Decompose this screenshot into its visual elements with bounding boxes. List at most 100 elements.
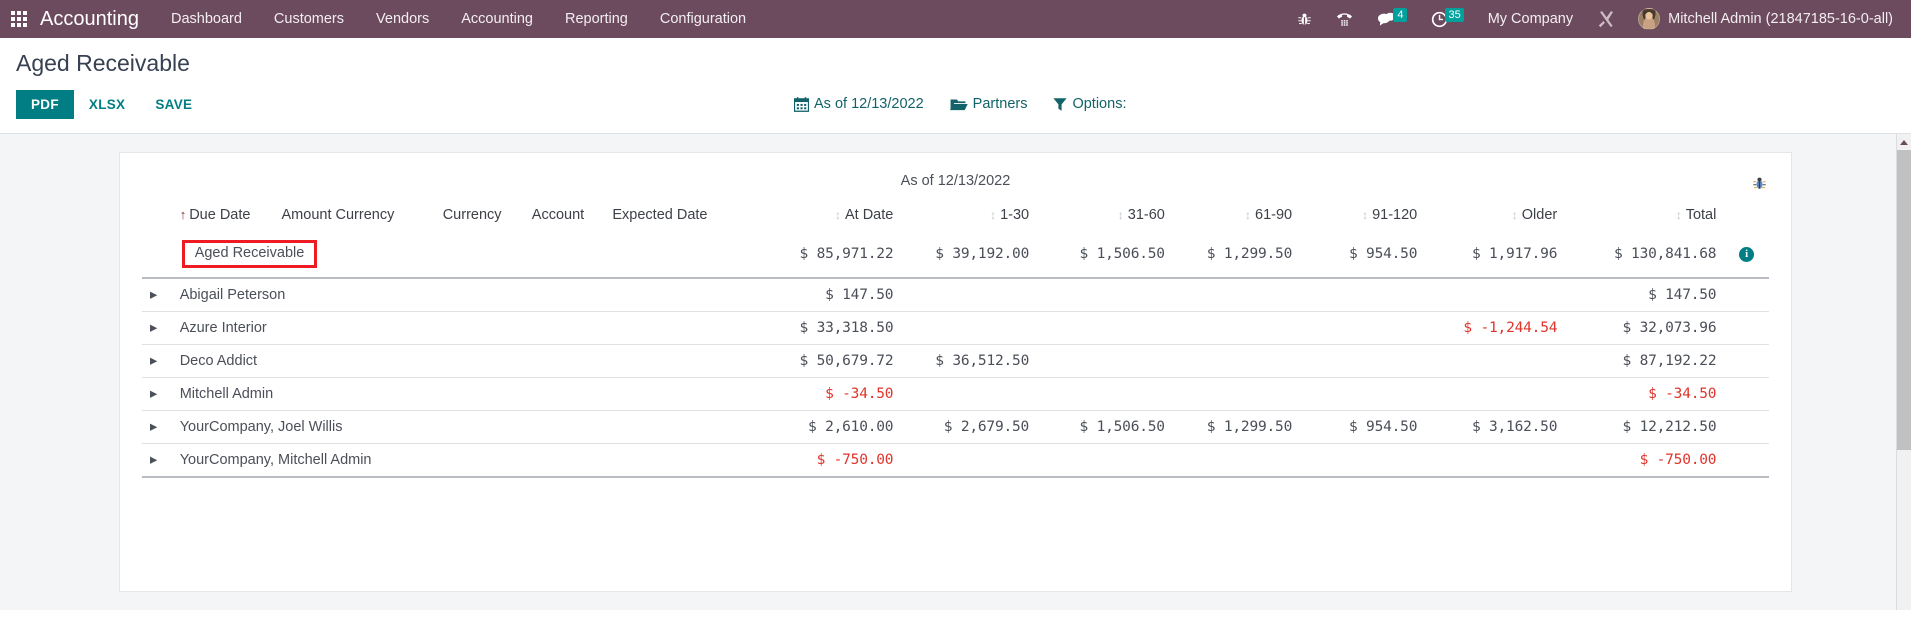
row-at-date: $ 2,610.00 bbox=[753, 411, 901, 444]
header-account[interactable]: Account bbox=[524, 201, 605, 232]
row-partner-name: Deco Addict bbox=[172, 345, 753, 378]
row-31-60 bbox=[1037, 444, 1173, 478]
row-info-cell bbox=[1724, 411, 1769, 444]
sort-both-icon: ↕ bbox=[990, 208, 996, 222]
bug-icon[interactable] bbox=[1285, 0, 1324, 38]
header-total[interactable]: ↕Total bbox=[1565, 201, 1724, 232]
header-at-date[interactable]: ↕At Date bbox=[753, 201, 901, 232]
header-amount-currency[interactable]: Amount Currency bbox=[274, 201, 435, 232]
row-partner-name: Azure Interior bbox=[172, 312, 753, 345]
aged-receivable-highlight-label[interactable]: Aged Receivable bbox=[182, 240, 318, 268]
menu-item-dashboard[interactable]: Dashboard bbox=[155, 0, 258, 38]
scrollbar-up-arrow-icon[interactable] bbox=[1897, 134, 1911, 150]
header-due-date[interactable]: ↑Due Date bbox=[172, 201, 274, 232]
header-expected-date-label: Expected Date bbox=[612, 207, 707, 223]
total-total: $ 130,841.68 bbox=[1565, 232, 1724, 278]
report-bug-icon[interactable] bbox=[1752, 175, 1767, 196]
row-31-60 bbox=[1037, 345, 1173, 378]
row-partner-name: Mitchell Admin bbox=[172, 378, 753, 411]
save-button[interactable]: SAVE bbox=[140, 90, 207, 119]
user-menu[interactable]: Mitchell Admin (21847185-16-0-all) bbox=[1628, 8, 1901, 30]
row-1-30 bbox=[901, 378, 1037, 411]
tools-glyph bbox=[1597, 10, 1616, 28]
expand-caret-icon[interactable]: ▸ bbox=[142, 345, 172, 378]
menu-item-vendors[interactable]: Vendors bbox=[360, 0, 445, 38]
header-expected-date[interactable]: Expected Date bbox=[604, 201, 752, 232]
filter-options[interactable]: Options: bbox=[1053, 96, 1126, 112]
control-panel-row: PDF XLSX SAVE As of 12/13/2022 bbox=[16, 87, 1895, 121]
row-older bbox=[1425, 378, 1565, 411]
expand-caret-icon[interactable]: ▸ bbox=[142, 278, 172, 312]
row-total: $ -34.50 bbox=[1565, 378, 1724, 411]
page-scrollbar[interactable] bbox=[1896, 134, 1911, 610]
expand-caret-icon[interactable]: ▸ bbox=[142, 378, 172, 411]
total-91-120: $ 954.50 bbox=[1300, 232, 1425, 278]
menu-item-accounting[interactable]: Accounting bbox=[445, 0, 549, 38]
row-31-60: $ 1,506.50 bbox=[1037, 411, 1173, 444]
phone-dialpad-icon[interactable] bbox=[1324, 0, 1365, 38]
bug-glyph bbox=[1297, 11, 1312, 27]
header-1-30[interactable]: ↕1-30 bbox=[901, 201, 1037, 232]
total-at-date: $ 85,971.22 bbox=[753, 232, 901, 278]
info-circle-icon[interactable]: i bbox=[1739, 247, 1754, 262]
row-at-date: $ 33,318.50 bbox=[753, 312, 901, 345]
table-row[interactable]: ▸ YourCompany, Joel Willis $ 2,610.00 $ … bbox=[142, 411, 1769, 444]
report-caption: As of 12/13/2022 bbox=[142, 167, 1769, 201]
row-91-120 bbox=[1300, 345, 1425, 378]
report-filters: As of 12/13/2022 Partners Options: bbox=[794, 96, 1126, 112]
pdf-button[interactable]: PDF bbox=[16, 90, 74, 119]
header-61-90[interactable]: ↕ 61-90 bbox=[1173, 201, 1300, 232]
apps-grid-icon[interactable] bbox=[0, 0, 38, 38]
filter-date-as-of[interactable]: As of 12/13/2022 bbox=[794, 96, 924, 112]
row-31-60 bbox=[1037, 278, 1173, 312]
row-info-cell bbox=[1724, 312, 1769, 345]
header-older[interactable]: ↕Older bbox=[1425, 201, 1565, 232]
table-row[interactable]: ▸ Azure Interior $ 33,318.50 $ -1,244.54… bbox=[142, 312, 1769, 345]
row-91-120 bbox=[1300, 444, 1425, 478]
filter-partners[interactable]: Partners bbox=[950, 96, 1028, 112]
sort-both-icon: ↕ bbox=[1362, 208, 1368, 222]
messages-badge: 4 bbox=[1393, 8, 1407, 22]
row-91-120 bbox=[1300, 278, 1425, 312]
header-31-60[interactable]: ↕31-60 bbox=[1037, 201, 1173, 232]
header-older-label: Older bbox=[1522, 207, 1557, 223]
table-row[interactable]: ▸ YourCompany, Mitchell Admin $ -750.00 … bbox=[142, 444, 1769, 478]
app-brand-accounting[interactable]: Accounting bbox=[38, 8, 155, 31]
activities-clock-icon[interactable]: 35 bbox=[1419, 0, 1475, 38]
header-total-label: Total bbox=[1686, 207, 1717, 223]
filter-date-label: As of 12/13/2022 bbox=[814, 96, 924, 112]
table-row[interactable]: ▸ Deco Addict $ 50,679.72 $ 36,512.50 $ … bbox=[142, 345, 1769, 378]
table-header: ↑Due Date Amount Currency Currency Accou… bbox=[142, 201, 1769, 232]
header-91-120[interactable]: ↕ 91-120 bbox=[1300, 201, 1425, 232]
report-content-area: As of 12/13/2022 bbox=[0, 134, 1911, 610]
phone-dialpad-glyph bbox=[1336, 11, 1353, 27]
sort-both-icon: ↕ bbox=[1245, 208, 1251, 222]
menu-item-customers[interactable]: Customers bbox=[258, 0, 360, 38]
row-at-date: $ -34.50 bbox=[753, 378, 901, 411]
tools-icon[interactable] bbox=[1585, 0, 1628, 38]
total-31-60: $ 1,506.50 bbox=[1037, 232, 1173, 278]
expand-caret-icon[interactable]: ▸ bbox=[142, 411, 172, 444]
row-1-30 bbox=[901, 444, 1037, 478]
scrollbar-thumb[interactable] bbox=[1897, 150, 1911, 450]
messages-icon[interactable]: 4 bbox=[1365, 0, 1419, 38]
row-older: $ -1,244.54 bbox=[1425, 312, 1565, 345]
expand-caret-icon[interactable]: ▸ bbox=[142, 444, 172, 478]
menu-item-reporting[interactable]: Reporting bbox=[549, 0, 644, 38]
row-info-cell bbox=[1724, 278, 1769, 312]
menu-item-configuration[interactable]: Configuration bbox=[644, 0, 762, 38]
expand-caret-icon[interactable]: ▸ bbox=[142, 312, 172, 345]
company-switcher[interactable]: My Company bbox=[1476, 11, 1585, 27]
header-currency[interactable]: Currency bbox=[435, 201, 524, 232]
report-bug-glyph bbox=[1752, 175, 1767, 191]
header-91-120-label: 91-120 bbox=[1372, 207, 1417, 223]
export-button-group: PDF XLSX SAVE bbox=[16, 90, 207, 119]
xlsx-button[interactable]: XLSX bbox=[74, 90, 140, 119]
aged-receivable-table: ↑Due Date Amount Currency Currency Accou… bbox=[142, 201, 1769, 478]
header-61-90-label: 61-90 bbox=[1255, 207, 1292, 223]
filter-options-label: Options: bbox=[1072, 96, 1126, 112]
avatar bbox=[1638, 8, 1660, 30]
table-row[interactable]: ▸ Abigail Peterson $ 147.50 $ 147.50 bbox=[142, 278, 1769, 312]
filter-partners-label: Partners bbox=[973, 96, 1028, 112]
table-row[interactable]: ▸ Mitchell Admin $ -34.50 $ -34.50 bbox=[142, 378, 1769, 411]
